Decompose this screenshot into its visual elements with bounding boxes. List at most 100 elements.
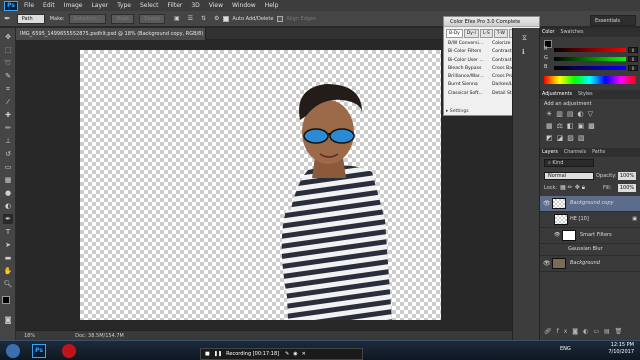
color-efex-tab[interactable]: T-W	[493, 29, 508, 38]
tab-swatches[interactable]: Swatches	[561, 30, 584, 35]
menu-help[interactable]: Help	[265, 2, 279, 9]
selection-button[interactable]: Selection...	[68, 13, 107, 24]
path-alignment-icon[interactable]: ☰	[188, 15, 193, 22]
path-arrangement-icon[interactable]: ⇅	[201, 15, 206, 22]
brush-tool-icon[interactable]: ✏	[3, 123, 13, 133]
align-edges-checkbox[interactable]	[277, 15, 284, 22]
tab-adjustments[interactable]: Adjustments	[542, 92, 572, 97]
filter-item[interactable]: Bleach Bypass	[448, 65, 490, 73]
auto-add-delete-checkbox[interactable]	[223, 15, 230, 22]
blue-value[interactable]: 0	[628, 65, 638, 71]
tab-styles[interactable]: Styles	[578, 92, 593, 97]
color-efex-tab[interactable]: L-S	[479, 29, 493, 38]
filter-item[interactable]: Bi-Color User ...	[448, 57, 490, 65]
menu-select[interactable]: Select	[140, 2, 159, 9]
eye-icon[interactable]: 👁︎	[543, 260, 551, 267]
zoom-level[interactable]: 18%	[24, 333, 35, 339]
dodge-tool-icon[interactable]: ◐	[3, 201, 13, 211]
mask-button[interactable]: Mask	[111, 13, 135, 24]
settings-toggle[interactable]: ▸ Settings	[446, 109, 469, 114]
layer-row[interactable]: Gaussian Blur	[540, 244, 640, 256]
quick-mask-icon[interactable]: ◙	[3, 315, 13, 325]
move-tool-icon[interactable]: ✥	[3, 32, 13, 42]
close-icon[interactable]: ✕	[302, 351, 306, 357]
history-brush-tool-icon[interactable]: ↺	[3, 149, 13, 159]
tab-layers[interactable]: Layers	[542, 150, 558, 155]
menu-type[interactable]: Type	[117, 2, 131, 9]
menu-window[interactable]: Window	[232, 2, 256, 9]
menu-filter[interactable]: Filter	[168, 2, 183, 9]
clone-stamp-tool-icon[interactable]: ⊥	[3, 136, 13, 146]
red-value[interactable]: 0	[628, 47, 638, 53]
layer-row[interactable]: 👁︎ Background	[540, 256, 640, 272]
filter-item[interactable]: B/W Conversi...	[448, 40, 490, 48]
color-efex-tab[interactable]: B-Dy	[446, 29, 463, 38]
pen-draw-icon[interactable]: ✎	[285, 351, 289, 357]
lasso-tool-icon[interactable]: ➰	[3, 58, 13, 68]
stop-icon[interactable]: ■	[205, 351, 210, 357]
filter-item[interactable]: Bi-Color Filters	[448, 48, 490, 56]
menu-view[interactable]: View	[209, 2, 223, 9]
layer-row[interactable]: HE [10] ▣	[540, 212, 640, 228]
red-slider[interactable]	[554, 48, 626, 52]
quick-select-tool-icon[interactable]: ✎	[3, 71, 13, 81]
layer-panel-footer-icons[interactable]: 🔗︎fx◙◐▭▤🗑︎	[544, 328, 627, 335]
system-clock[interactable]: 12:15 PM 7/10/2017	[594, 342, 634, 356]
hand-tool-icon[interactable]: ✋	[3, 266, 13, 276]
marquee-tool-icon[interactable]: ⬚	[3, 45, 13, 55]
blend-mode-select[interactable]: Normal	[544, 172, 594, 180]
history-icon[interactable]: ⧖	[522, 34, 527, 43]
document-tab[interactable]: IMG_6595_1499655552875.psdhlt.psd @ 18% …	[16, 28, 206, 49]
filter-item[interactable]: Burnt Sienna	[448, 81, 490, 89]
pen-tool-icon[interactable]: ✒	[4, 14, 11, 23]
tab-color[interactable]: Color	[542, 30, 555, 35]
menu-layer[interactable]: Layer	[91, 2, 108, 9]
layer-filter-kind[interactable]: ⌕ Kind	[544, 159, 594, 167]
healing-tool-icon[interactable]: ✚	[3, 110, 13, 120]
recorder-taskbar-icon[interactable]	[62, 344, 76, 358]
adjustment-icons-row-2[interactable]: ▦⚖◧▣▩	[546, 122, 599, 130]
opacity-input[interactable]: 100%	[618, 172, 636, 180]
menu-file[interactable]: File	[24, 2, 34, 9]
filter-item[interactable]: Classical Soft...	[448, 90, 490, 98]
green-slider[interactable]	[554, 57, 626, 61]
eyedropper-tool-icon[interactable]: ⁄	[3, 97, 13, 107]
gear-icon[interactable]: ⚙	[214, 15, 219, 22]
pen-tool-icon[interactable]: ✒	[3, 214, 13, 224]
fill-input[interactable]: 100%	[618, 184, 636, 192]
crop-tool-icon[interactable]: ⌗	[3, 84, 13, 94]
menu-edit[interactable]: Edit	[43, 2, 55, 9]
tab-channels[interactable]: Channels	[564, 150, 586, 155]
zoom-tool-icon[interactable]: 🔍︎	[3, 279, 13, 289]
shape-button[interactable]: Shape	[139, 13, 165, 24]
adjustment-icons-row-3[interactable]: ◩◪▨▧	[546, 134, 588, 142]
start-button[interactable]	[6, 344, 20, 358]
pause-icon[interactable]: ❚❚	[214, 351, 222, 357]
path-selection-tool-icon[interactable]: ➤	[3, 240, 13, 250]
photoshop-taskbar-icon[interactable]: Ps	[32, 344, 46, 358]
filter-item[interactable]: Brilliance/War...	[448, 73, 490, 81]
eraser-tool-icon[interactable]: ▭	[3, 162, 13, 172]
adjustment-icons-row-1[interactable]: ☀▥▤◐▽	[546, 110, 597, 118]
eye-icon[interactable]: 👁︎	[543, 200, 551, 207]
gradient-tool-icon[interactable]: ▦	[3, 175, 13, 185]
layer-row[interactable]: 👁︎ Smart Filters	[540, 228, 640, 244]
layer-row[interactable]: 👁︎ Background copy	[540, 196, 640, 212]
type-tool-icon[interactable]: T	[3, 227, 13, 237]
path-operations-icon[interactable]: ▣	[174, 15, 180, 22]
color-spectrum-bar[interactable]	[544, 76, 636, 84]
workspace-switcher[interactable]: Essentials	[590, 15, 636, 26]
foreground-color-swatch[interactable]	[2, 296, 10, 304]
camera-icon[interactable]: ◉	[293, 351, 297, 357]
tab-paths[interactable]: Paths	[592, 150, 605, 155]
shape-tool-icon[interactable]: ▬	[3, 253, 13, 263]
properties-icon[interactable]: ℹ	[522, 48, 525, 56]
menu-image[interactable]: Image	[64, 2, 83, 9]
blur-tool-icon[interactable]: ●	[3, 188, 13, 198]
menu-3d[interactable]: 3D	[191, 2, 199, 9]
green-value[interactable]: 0	[628, 56, 638, 62]
eye-icon[interactable]: 👁︎	[554, 232, 560, 238]
blue-slider[interactable]	[554, 66, 626, 70]
color-efex-tab[interactable]: Dy-I	[463, 29, 479, 38]
language-indicator[interactable]: ENG	[560, 346, 571, 352]
